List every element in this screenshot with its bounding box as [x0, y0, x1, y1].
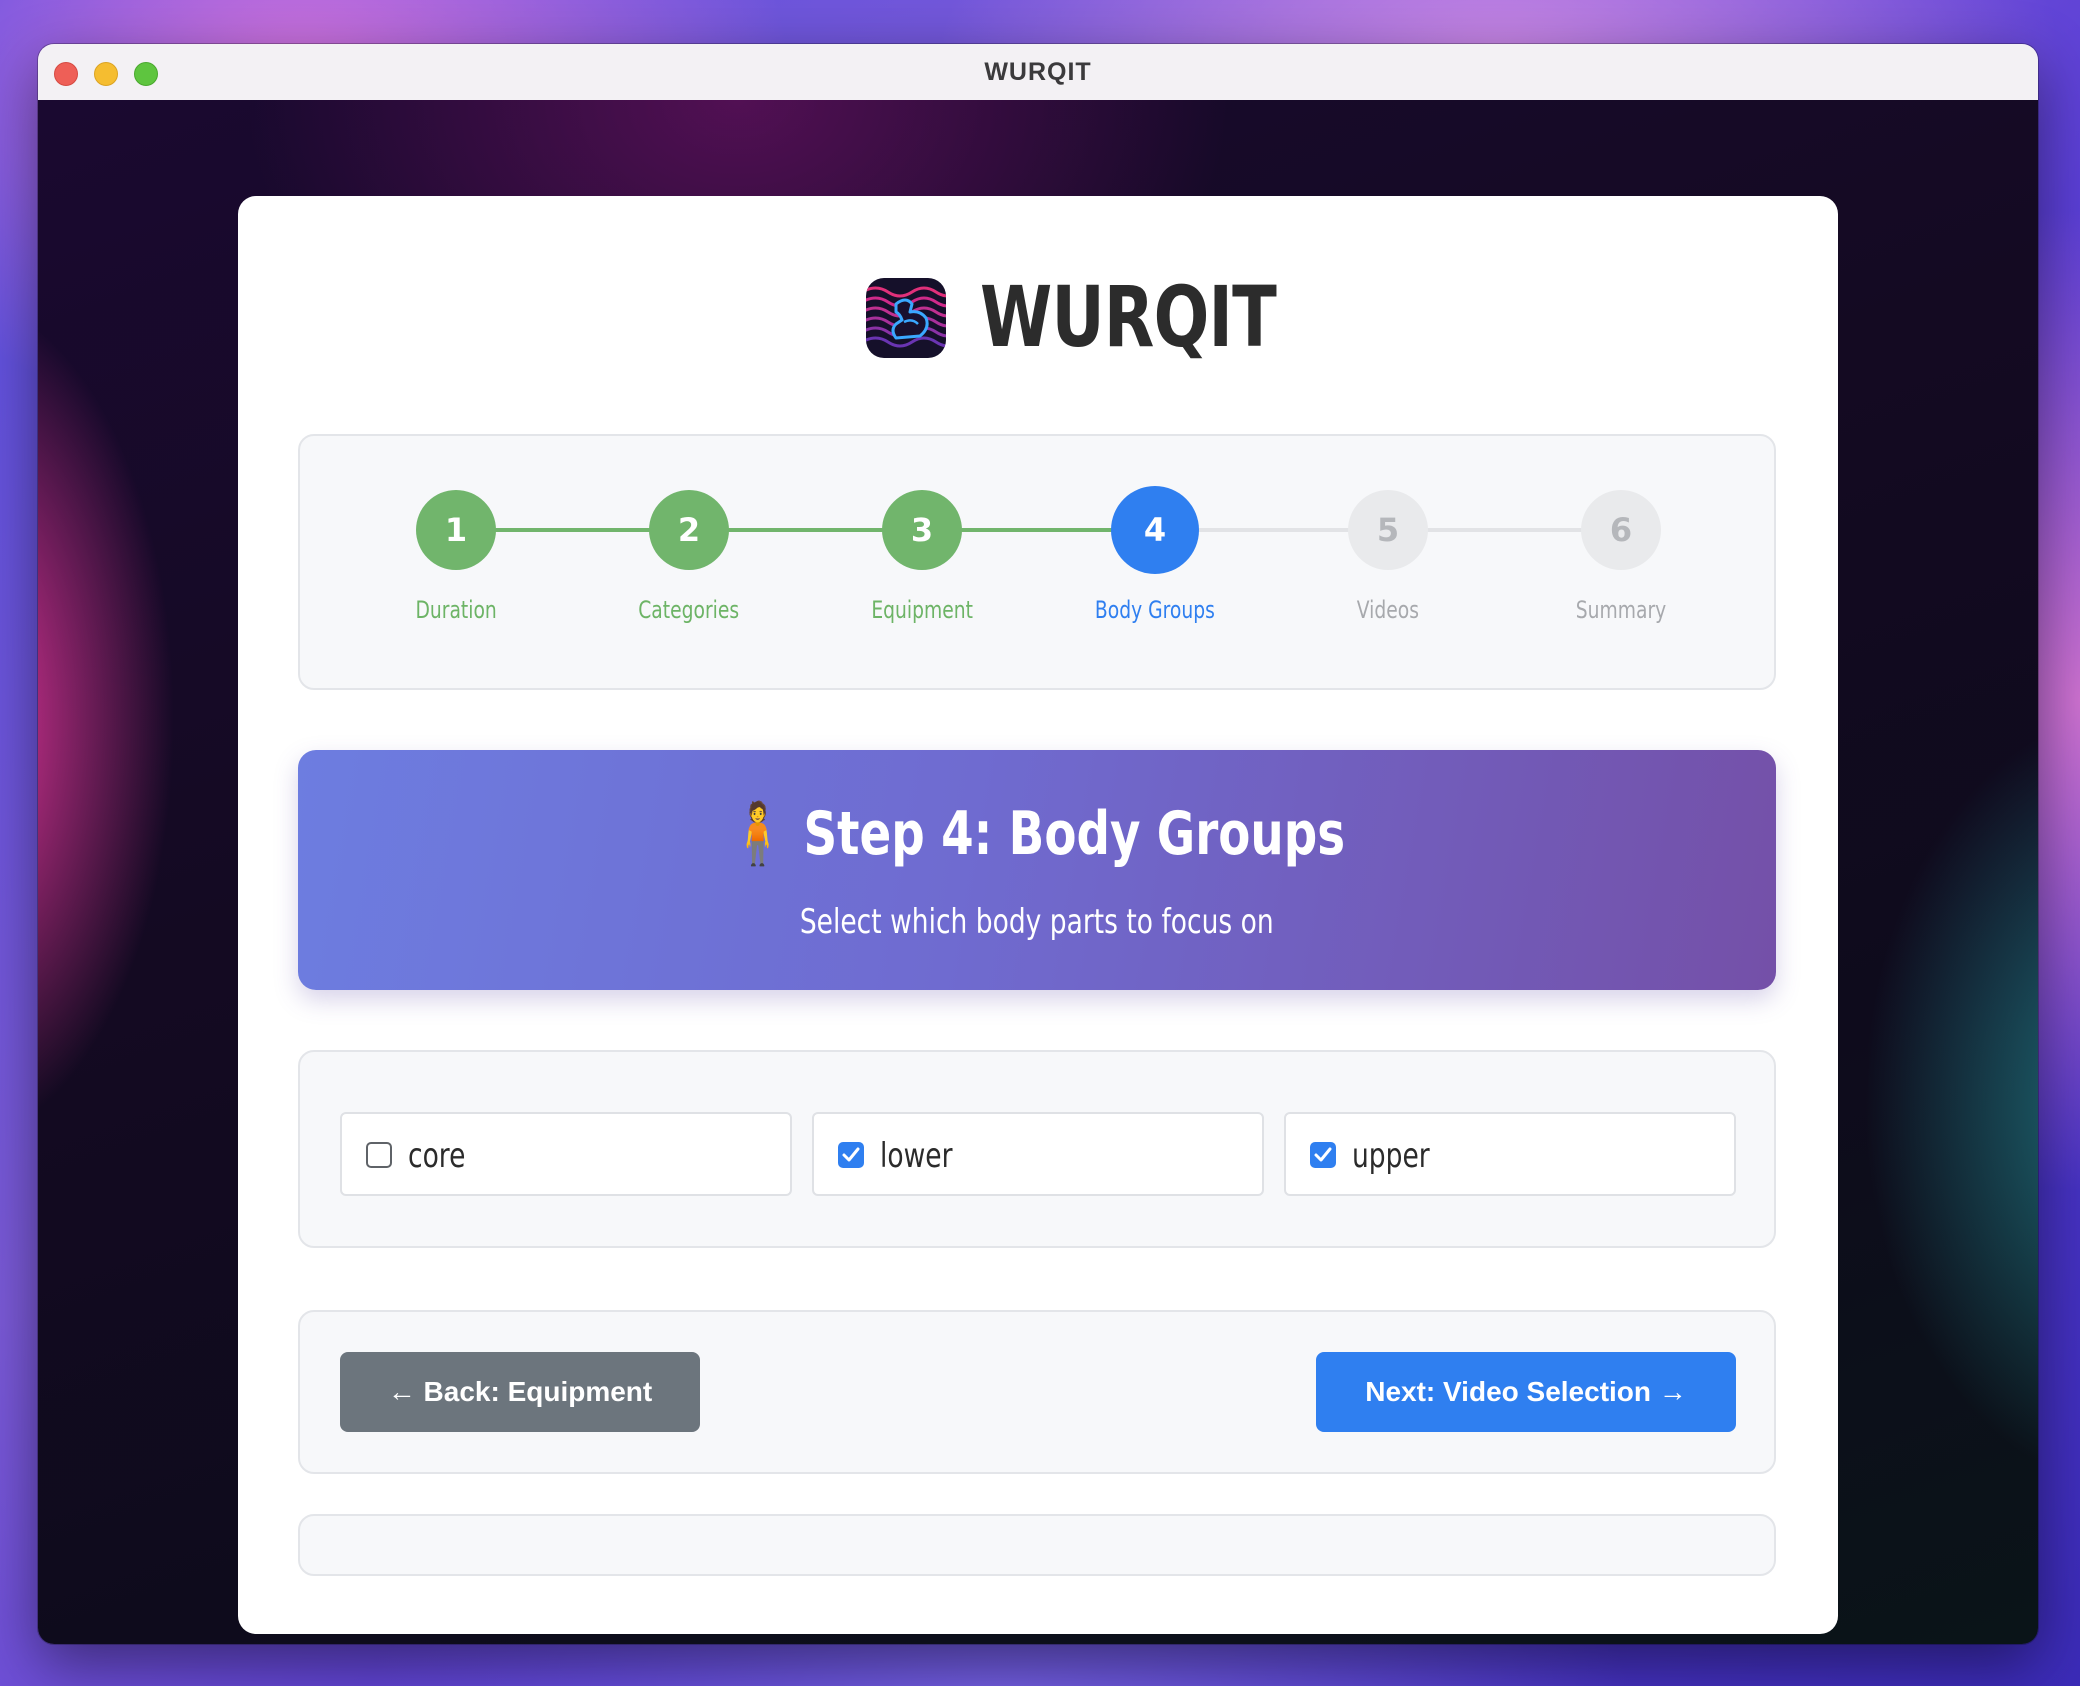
step-number: 5	[1348, 490, 1428, 570]
window-title: WURQIT	[984, 58, 1092, 86]
navigation-bar: ← Back: Equipment Next: Video Selection …	[298, 1310, 1776, 1474]
progress-stepper: 1 Duration 2 Categories 3 Equipment 4 Bo…	[298, 434, 1776, 690]
back-button[interactable]: ← Back: Equipment	[340, 1352, 700, 1432]
step-title: Step 4: Body Groups	[803, 799, 1346, 869]
step-number: 6	[1581, 490, 1661, 570]
app-title: WURQIT	[980, 268, 1277, 366]
next-button[interactable]: Next: Video Selection →	[1316, 1352, 1736, 1432]
main-card: WURQIT 1 Duration 2 Categories 3 Equipme…	[238, 196, 1838, 1634]
step-label: Videos	[1356, 596, 1420, 624]
core-checkbox[interactable]	[366, 1142, 392, 1168]
brand-header: WURQIT	[238, 268, 1838, 370]
step-equipment[interactable]: 3 Equipment	[842, 490, 1002, 624]
step-categories[interactable]: 2 Categories	[609, 490, 769, 624]
body-group-options: core lower upper	[298, 1050, 1776, 1248]
status-area	[298, 1514, 1776, 1576]
lower-checkbox[interactable]	[838, 1142, 864, 1168]
step-label: Summary	[1575, 596, 1667, 624]
step-label: Equipment	[871, 596, 973, 624]
step-subtitle-row: Select which body parts to focus on	[298, 902, 1776, 942]
option-label: core	[408, 1136, 466, 1176]
app-window: WURQIT WURQIT 1 Duration 2 Categories 3 …	[38, 44, 2038, 1644]
upper-checkbox[interactable]	[1310, 1142, 1336, 1168]
step-duration[interactable]: 1 Duration	[376, 490, 536, 624]
step-videos: 5 Videos	[1308, 490, 1468, 624]
checkmark-icon	[842, 1147, 860, 1162]
title-bar: WURQIT	[38, 44, 2038, 101]
option-label: upper	[1352, 1136, 1430, 1176]
option-core[interactable]: core	[340, 1112, 792, 1196]
step-body-groups[interactable]: 4 Body Groups	[1075, 486, 1235, 624]
flexed-bicep-icon	[866, 278, 946, 358]
step-number: 3	[882, 490, 962, 570]
step-label: Categories	[638, 596, 740, 624]
step-number: 1	[416, 490, 496, 570]
step-subtitle: Select which body parts to focus on	[800, 902, 1274, 942]
step-number: 2	[649, 490, 729, 570]
step-title-row: 🧍 Step 4: Body Groups	[298, 798, 1776, 869]
option-label: lower	[880, 1136, 953, 1176]
step-label: Body Groups	[1095, 596, 1215, 624]
app-content: WURQIT 1 Duration 2 Categories 3 Equipme…	[38, 100, 2038, 1644]
option-upper[interactable]: upper	[1284, 1112, 1736, 1196]
step-label: Duration	[415, 596, 497, 624]
step-number: 4	[1111, 486, 1199, 574]
step-summary: 6 Summary	[1541, 490, 1701, 624]
option-lower[interactable]: lower	[812, 1112, 1264, 1196]
step-header-banner: 🧍 Step 4: Body Groups Select which body …	[298, 750, 1776, 990]
standing-person-icon: 🧍	[728, 799, 788, 869]
checkmark-icon	[1314, 1147, 1332, 1162]
